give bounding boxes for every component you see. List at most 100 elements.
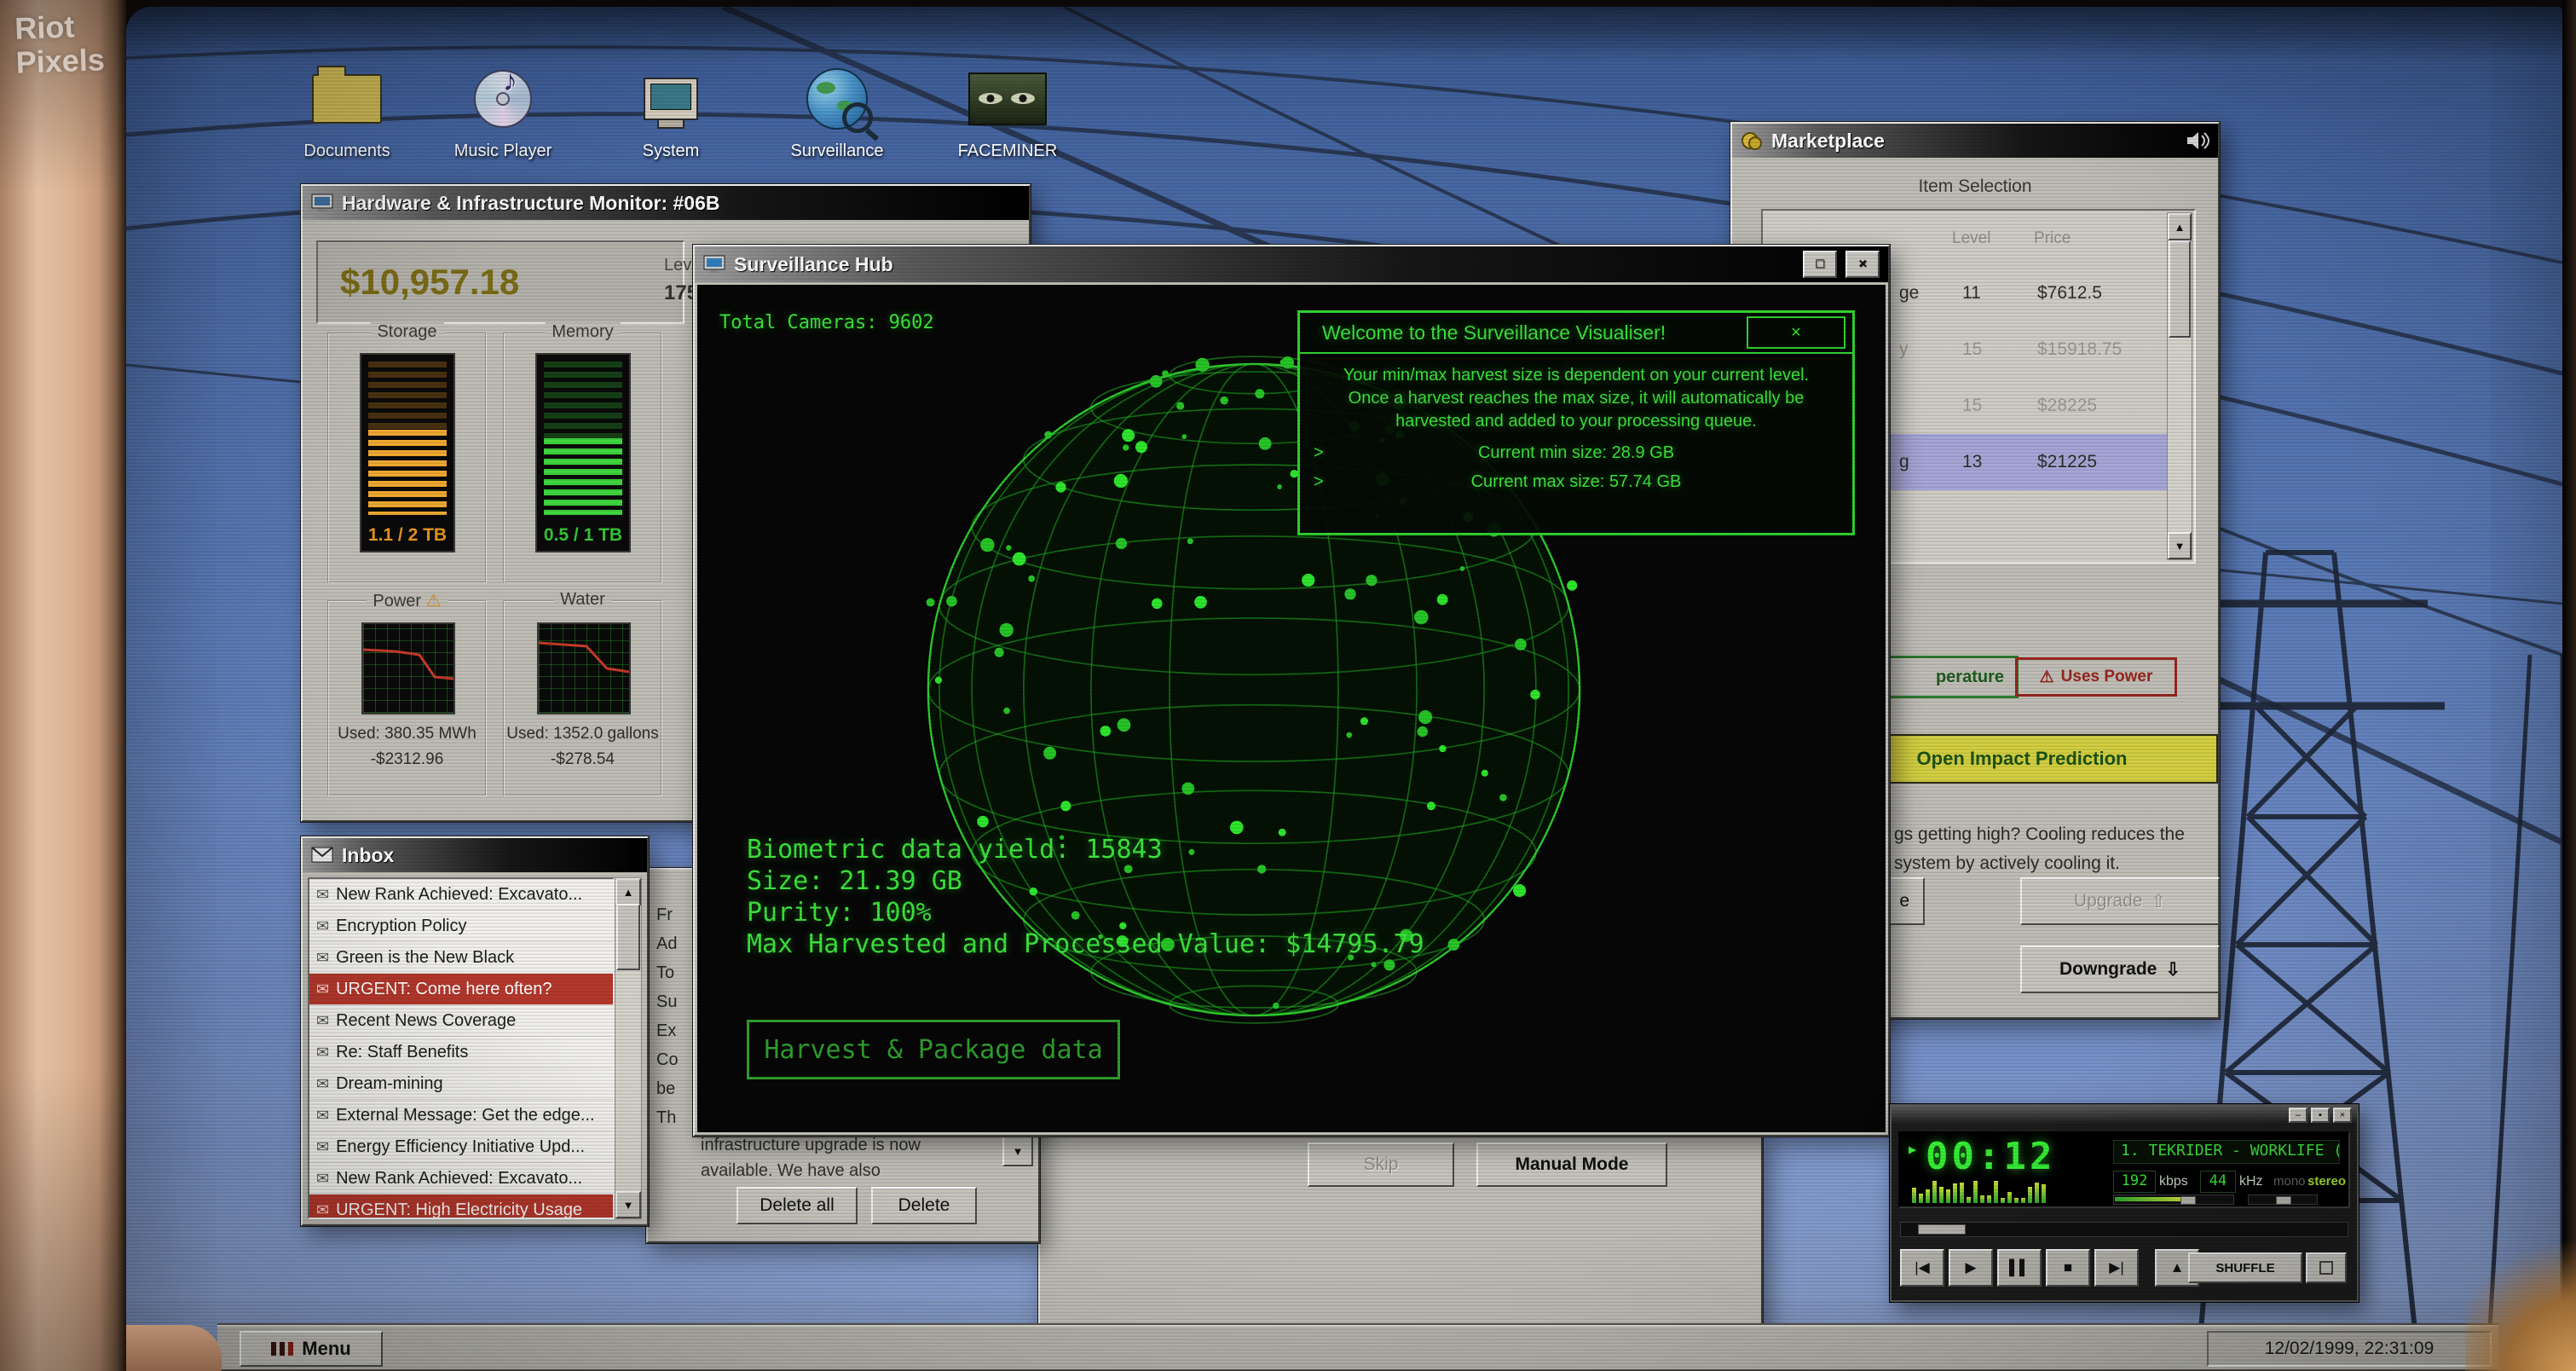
desktop-icon-music-player[interactable]: ♪ Music Player (439, 63, 567, 161)
manual-mode-label: Manual Mode (1515, 1154, 1628, 1175)
email-row[interactable]: ✉Encryption Policy (309, 911, 613, 942)
camera-dot (1152, 599, 1163, 610)
close-button[interactable]: × (1845, 251, 1880, 278)
track-title-marquee[interactable]: 1. TEKRIDER - WORKLIFE (3:48) (2113, 1140, 2340, 1164)
volume-slider[interactable] (2113, 1195, 2234, 1205)
window-title: Inbox (342, 844, 394, 867)
delete-button[interactable]: Delete (871, 1187, 977, 1224)
storage-meter: 1.1 / 2 TB (360, 353, 455, 552)
scroll-down-icon[interactable]: ▼ (615, 1191, 641, 1218)
temperature-tag-label: perature (1936, 668, 2004, 687)
camera-dot (1346, 732, 1352, 738)
desktop-icon-surveillance[interactable]: Surveillance (773, 63, 901, 161)
player-shade-button[interactable]: ▪ (2311, 1108, 2330, 1123)
item-level: 11 (1962, 283, 1981, 304)
power-used: Used: 380.35 MWh (329, 725, 485, 743)
item-level: 13 (1962, 452, 1982, 472)
email-row[interactable]: ✉External Message: Get the edge... (309, 1100, 613, 1131)
email-row[interactable]: ✉Energy Efficiency Initiative Upd... (309, 1131, 613, 1163)
email-row[interactable]: ✉New Rank Achieved: Excavato... (309, 879, 613, 911)
email-row[interactable]: ✉New Rank Achieved: Excavato... (309, 1163, 613, 1195)
desktop-icon-faceminer[interactable]: FACEMINER (944, 63, 1071, 161)
listbox-scrollbar[interactable]: ▲ ▼ (2167, 212, 2192, 560)
camera-dot (1060, 801, 1071, 811)
desktop-icon-documents[interactable]: Documents (283, 63, 411, 161)
icon-label: Music Player (454, 142, 552, 161)
harvest-size: Size: 21.39 GB (747, 865, 1424, 897)
music-player-window: – ▪ × ▶ 00:12 1. TEKRIDER - WORKLIFE (3:… (1890, 1104, 2359, 1302)
hardware-titlebar[interactable]: Hardware & Infrastructure Monitor: #06B (303, 186, 1029, 220)
cd-music-icon: ♪ (474, 63, 532, 135)
seek-slider[interactable] (1900, 1222, 2348, 1237)
item-price: $28225 (2037, 396, 2097, 416)
camera-dot (1100, 726, 1112, 737)
dialog-titlebar[interactable]: Welcome to the Surveillance Visualiser! … (1300, 313, 1852, 352)
item-price: $21225 (2037, 452, 2097, 472)
time-display[interactable]: 00:12 (1926, 1135, 2055, 1178)
email-row[interactable]: ✉Re: Staff Benefits (309, 1037, 613, 1068)
impact-button-label: Open Impact Prediction (1917, 748, 2128, 770)
water-graph (537, 622, 631, 714)
scroll-up-icon[interactable]: ▲ (2168, 213, 2192, 240)
downgrade-button[interactable]: Downgrade ⇩ (2020, 946, 2220, 993)
scroll-up-icon[interactable]: ▲ (615, 878, 641, 905)
scroll-down-icon[interactable]: ▼ (2168, 532, 2192, 559)
item-price: $15918.75 (2037, 339, 2122, 360)
email-row-urgent[interactable]: ✉URGENT: Come here often? (309, 974, 613, 1005)
camera-dot (1114, 474, 1128, 488)
icon-label: Surveillance (791, 142, 884, 161)
max-size-row: > Current max size: 57.74 GB (1300, 467, 1852, 496)
dialog-close-button[interactable]: × (1747, 316, 1845, 349)
desktop-icon-system[interactable]: System (607, 63, 735, 161)
scroll-thumb[interactable] (616, 904, 640, 970)
next-track-icon[interactable]: ▶| (2094, 1249, 2139, 1287)
harvest-value: Max Harvested and Processed Value: $1479… (747, 928, 1424, 960)
upgrade-button[interactable]: Upgrade ⇧ (2020, 877, 2220, 925)
camera-dot (1259, 437, 1272, 450)
email-row[interactable]: ✉Green is the New Black (309, 942, 613, 974)
power-panel: Power ⚠ Used: 380.35 MWh -$2312.96 (327, 600, 487, 796)
delete-all-button[interactable]: Delete all (736, 1187, 858, 1224)
monitor-bezel-glow (2465, 1226, 2576, 1371)
scroll-thumb[interactable] (2169, 240, 2191, 338)
previous-track-icon[interactable]: |◀ (1900, 1249, 1944, 1287)
mail-icon: ✉ (316, 1044, 329, 1062)
monitor-icon (311, 194, 333, 212)
shuffle-toggle[interactable]: SHUFFLE (2188, 1252, 2302, 1283)
harvest-stats: Biometric data yield: 15843 Size: 21.39 … (747, 834, 1424, 960)
restore-button[interactable]: □ (1803, 251, 1837, 278)
column-header-level: Level (1952, 229, 1990, 248)
marketplace-titlebar[interactable]: Marketplace (1732, 124, 2218, 158)
power-cost: -$2312.96 (329, 750, 485, 769)
bitrate-value: 192 (2113, 1171, 2156, 1193)
harvest-package-button[interactable]: Harvest & Package data (747, 1020, 1120, 1079)
dropdown-arrow-icon[interactable]: ▼ (1002, 1136, 1033, 1166)
play-icon[interactable]: ▶ (1949, 1249, 1993, 1287)
player-titlebar[interactable]: – ▪ × (1892, 1106, 2357, 1125)
repeat-toggle[interactable] (2306, 1252, 2347, 1283)
water-cost: -$278.54 (505, 750, 661, 769)
skip-button[interactable]: Skip (1308, 1142, 1454, 1187)
email-row[interactable]: ✉Recent News Coverage (309, 1005, 613, 1037)
surveillance-titlebar[interactable]: Surveillance Hub □ × (695, 246, 1888, 282)
prompt-icon: > (1314, 438, 1324, 467)
mono-indicator: mono (2273, 1174, 2306, 1189)
stop-icon[interactable]: ■ (2046, 1249, 2090, 1287)
pause-icon[interactable]: ▌▌ (1997, 1249, 2042, 1287)
inbox-titlebar[interactable]: Inbox (303, 838, 647, 872)
camera-dot (1447, 939, 1459, 951)
visualiser-welcome-dialog: Welcome to the Surveillance Visualiser! … (1297, 310, 1855, 535)
balance-slider[interactable] (2248, 1195, 2318, 1205)
faceminer-main-window: Skip Manual Mode (1038, 1134, 1763, 1337)
inbox-scrollbar[interactable]: ▲ ▼ (615, 877, 642, 1219)
speaker-icon[interactable] (2186, 131, 2209, 150)
email-row-urgent[interactable]: ✉URGENT: High Electricity Usage (309, 1195, 613, 1219)
menu-button[interactable]: Menu (240, 1331, 383, 1367)
player-minimize-button[interactable]: – (2289, 1108, 2307, 1123)
icon-label: FACEMINER (958, 142, 1058, 161)
email-row[interactable]: ✉Dream-mining (309, 1068, 613, 1100)
camera-dot (1194, 596, 1207, 609)
manual-mode-button[interactable]: Manual Mode (1476, 1142, 1667, 1187)
player-close-button[interactable]: × (2333, 1108, 2352, 1123)
mail-icon: ✉ (316, 886, 329, 904)
